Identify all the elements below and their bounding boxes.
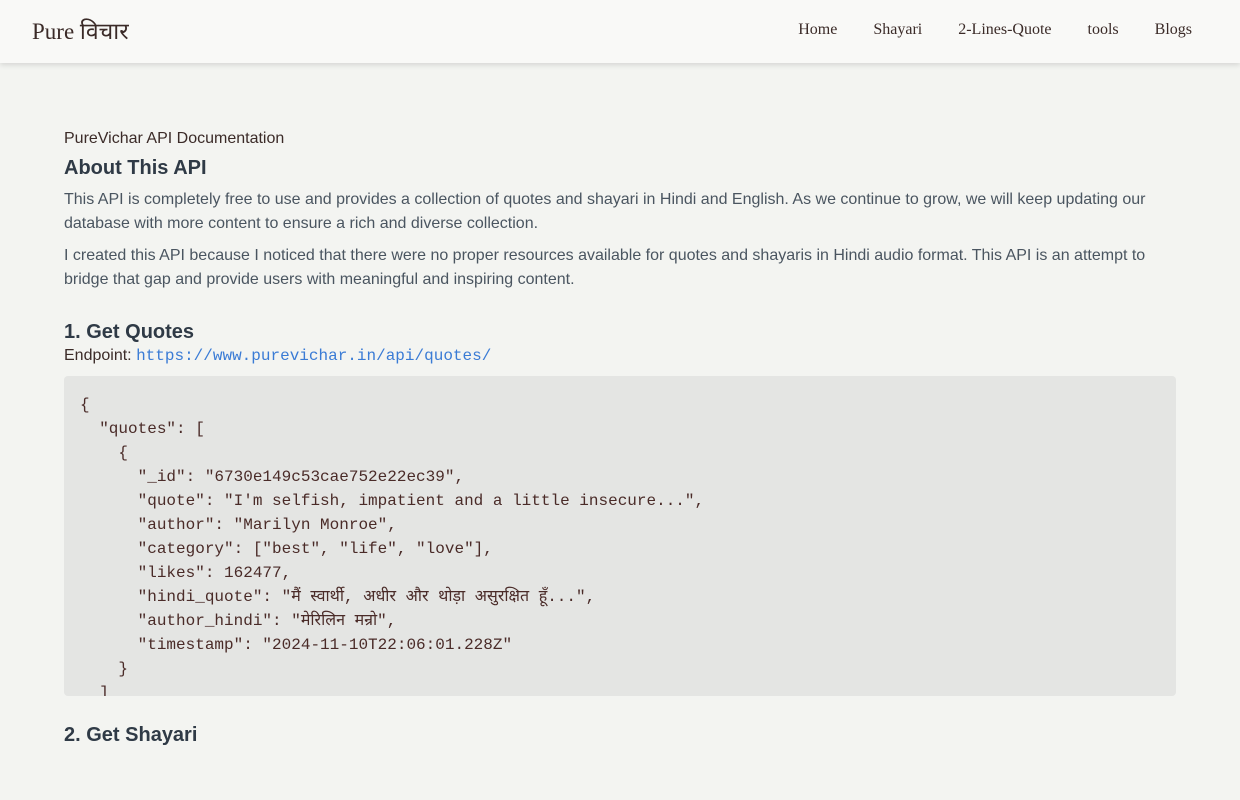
section-get-shayari-title: 2. Get Shayari [64, 724, 198, 746]
nav-link-tools[interactable]: tools [1088, 21, 1119, 39]
nav-link-2-lines-quote[interactable]: 2-Lines-Quote [958, 21, 1051, 39]
section-get-quotes-title: 1. Get Quotes [64, 321, 195, 343]
endpoint-label: Endpoint: [64, 347, 132, 364]
about-paragraph-1: This API is completely free to use and p… [64, 191, 1146, 232]
main-content: PureVichar API Documentation About This … [64, 129, 1176, 747]
navbar: Pure विचार Home Shayari 2-Lines-Quote to… [0, 0, 1240, 63]
nav-link-shayari[interactable]: Shayari [873, 21, 922, 39]
about-paragraph-2: I created this API because I noticed tha… [64, 247, 1146, 288]
nav-links: Home Shayari 2-Lines-Quote tools Blogs [798, 21, 1192, 39]
brand-logo[interactable]: Pure विचार [32, 14, 129, 46]
about-title: About This API [64, 157, 207, 179]
doc-label: PureVichar API Documentation [64, 130, 285, 147]
quotes-response-code-block: { "quotes": [ { "_id": "6730e149c53cae75… [64, 376, 1176, 696]
nav-link-home[interactable]: Home [798, 21, 837, 39]
endpoint-line: Endpoint: https://www.purevichar.in/api/… [64, 346, 1176, 366]
endpoint-url-link[interactable]: https://www.purevichar.in/api/quotes/ [136, 347, 491, 365]
nav-link-blogs[interactable]: Blogs [1155, 21, 1192, 39]
